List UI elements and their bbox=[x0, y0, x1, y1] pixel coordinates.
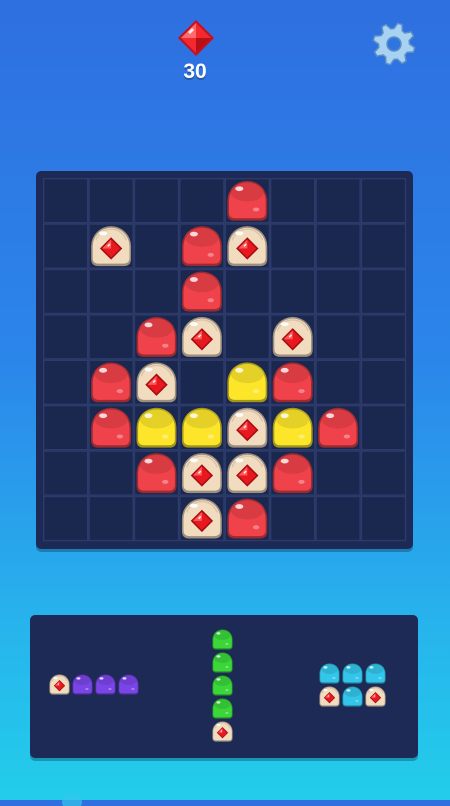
board-cell[interactable] bbox=[224, 314, 271, 360]
board-cell[interactable] bbox=[88, 450, 134, 496]
board-cell[interactable] bbox=[88, 495, 134, 542]
board-cell[interactable] bbox=[315, 223, 361, 269]
cyan-jelly-block bbox=[342, 663, 363, 684]
red-jelly-block bbox=[227, 498, 268, 539]
board-cell[interactable] bbox=[42, 177, 89, 224]
piece-vertical-green[interactable] bbox=[211, 628, 234, 743]
red-jelly-block bbox=[91, 407, 132, 448]
piece-block-cyan[interactable] bbox=[318, 662, 387, 708]
gem-block bbox=[181, 498, 222, 539]
gem-block bbox=[272, 316, 313, 357]
board-cell[interactable] bbox=[179, 177, 225, 224]
red-jelly-block bbox=[181, 271, 222, 312]
red-jelly-block bbox=[227, 180, 268, 221]
board-cell[interactable] bbox=[42, 223, 89, 269]
board-cell[interactable] bbox=[42, 495, 89, 542]
board-cell[interactable] bbox=[360, 359, 407, 406]
board-cell[interactable] bbox=[133, 495, 180, 542]
board-cell[interactable] bbox=[360, 223, 407, 269]
cyan-jelly-block bbox=[319, 663, 340, 684]
purple-jelly-block bbox=[95, 674, 116, 695]
board-cell[interactable] bbox=[315, 495, 361, 542]
red-diamond-icon bbox=[178, 20, 214, 56]
purple-jelly-block bbox=[118, 674, 139, 695]
piece-horizontal-purple[interactable] bbox=[48, 673, 140, 696]
yellow-jelly-block bbox=[272, 407, 313, 448]
partial-block-offscreen bbox=[62, 793, 82, 806]
board-cell[interactable] bbox=[360, 495, 407, 542]
gem-block bbox=[181, 453, 222, 494]
board-cell[interactable] bbox=[315, 359, 361, 406]
board-cell[interactable] bbox=[315, 314, 361, 360]
gem-block bbox=[227, 407, 268, 448]
board-cell[interactable] bbox=[360, 450, 407, 496]
board-cell[interactable] bbox=[179, 359, 225, 406]
red-jelly-block bbox=[272, 362, 313, 403]
red-jelly-block bbox=[272, 453, 313, 494]
board-cell[interactable] bbox=[269, 495, 316, 542]
board-cell[interactable] bbox=[315, 450, 361, 496]
gem-block bbox=[212, 721, 233, 742]
board-cell[interactable] bbox=[133, 177, 180, 224]
board-cell[interactable] bbox=[360, 177, 407, 224]
board-cell[interactable] bbox=[224, 268, 271, 315]
board-cell[interactable] bbox=[269, 177, 316, 224]
gem-block bbox=[365, 686, 386, 707]
board-cell[interactable] bbox=[133, 268, 180, 315]
yellow-jelly-block bbox=[136, 407, 177, 448]
gem-block bbox=[49, 674, 70, 695]
red-jelly-block bbox=[91, 362, 132, 403]
green-jelly-block bbox=[212, 652, 233, 673]
gem-block bbox=[136, 362, 177, 403]
board-grid[interactable] bbox=[36, 171, 413, 549]
board-cell[interactable] bbox=[42, 359, 89, 406]
yellow-jelly-block bbox=[227, 362, 268, 403]
board-cell[interactable] bbox=[42, 404, 89, 451]
board-cell[interactable] bbox=[42, 314, 89, 360]
game-board[interactable] bbox=[36, 171, 413, 549]
gem-block bbox=[181, 316, 222, 357]
board-cell[interactable] bbox=[88, 314, 134, 360]
board-cell[interactable] bbox=[269, 268, 316, 315]
green-jelly-block bbox=[212, 698, 233, 719]
cyan-jelly-block bbox=[342, 686, 363, 707]
board-cell[interactable] bbox=[315, 268, 361, 315]
green-jelly-block bbox=[212, 675, 233, 696]
board-cell[interactable] bbox=[360, 268, 407, 315]
red-jelly-block bbox=[181, 226, 222, 267]
gem-block bbox=[319, 686, 340, 707]
gem-block bbox=[227, 226, 268, 267]
board-cell[interactable] bbox=[269, 223, 316, 269]
gem-block bbox=[227, 453, 268, 494]
red-jelly-block bbox=[136, 316, 177, 357]
board-cell[interactable] bbox=[360, 404, 407, 451]
board-cell[interactable] bbox=[133, 223, 180, 269]
cyan-jelly-block bbox=[365, 663, 386, 684]
board-cell[interactable] bbox=[88, 177, 134, 224]
board-cell[interactable] bbox=[360, 314, 407, 360]
board-cell[interactable] bbox=[88, 268, 134, 315]
gem-block bbox=[91, 226, 132, 267]
yellow-jelly-block bbox=[181, 407, 222, 448]
gem-count: 30 bbox=[183, 60, 207, 83]
purple-jelly-block bbox=[72, 674, 93, 695]
board-cell[interactable] bbox=[42, 268, 89, 315]
green-jelly-block bbox=[212, 629, 233, 650]
red-jelly-block bbox=[318, 407, 359, 448]
red-jelly-block bbox=[136, 453, 177, 494]
gear-icon[interactable] bbox=[370, 20, 418, 68]
board-cell[interactable] bbox=[42, 450, 89, 496]
piece-tray bbox=[30, 615, 418, 758]
board-cell[interactable] bbox=[315, 177, 361, 224]
